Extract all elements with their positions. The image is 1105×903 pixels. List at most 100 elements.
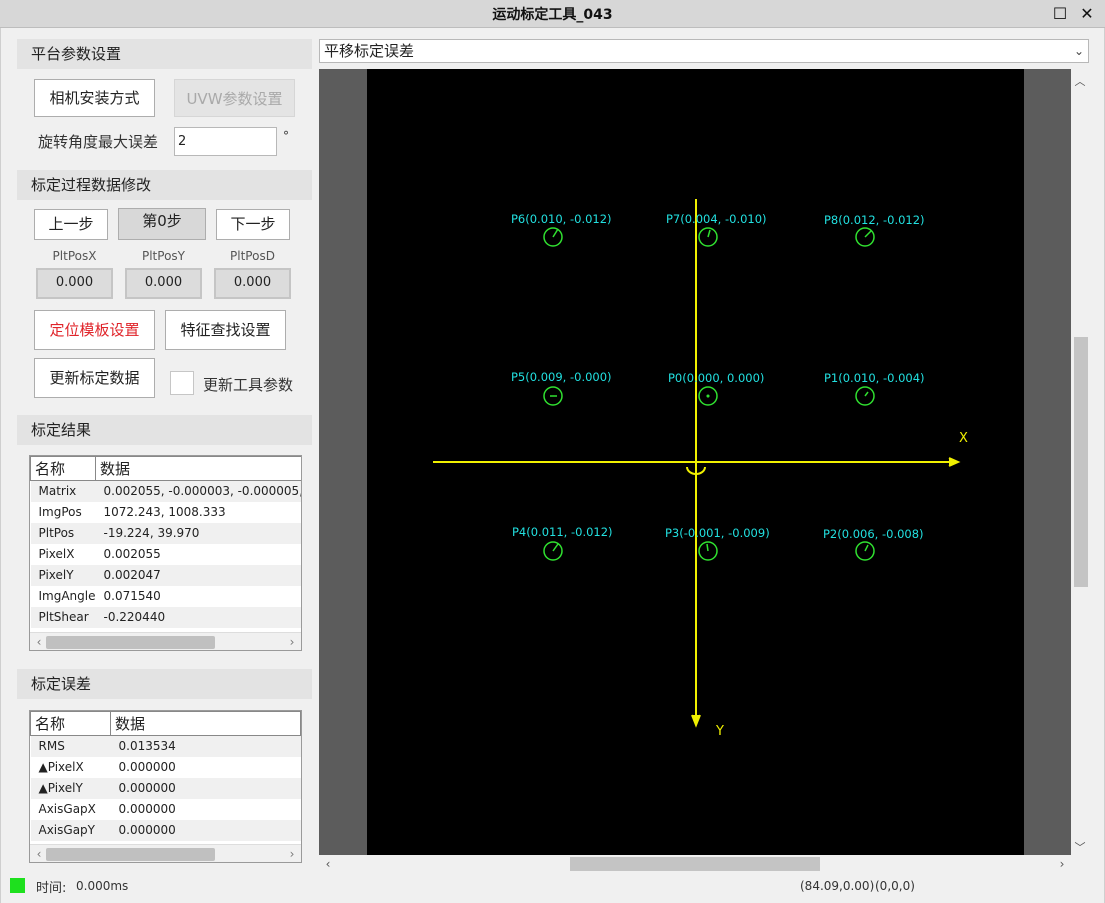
camera-mount-button[interactable]: 相机安装方式 (34, 79, 155, 117)
viewer-vscrollbar[interactable]: ︿ ﹀ (1071, 69, 1089, 855)
error-vector (706, 394, 710, 398)
image-canvas[interactable]: X Y P6(0.010, -0.012) P7(0.004, -0.010) … (367, 69, 1024, 855)
step-indicator-button[interactable]: 第0步 (118, 208, 206, 240)
column-header-name[interactable]: 名称 (30, 711, 111, 736)
chevron-down-icon: ⌄ (1073, 44, 1084, 58)
scroll-thumb[interactable] (46, 848, 215, 861)
scroll-thumb[interactable] (46, 636, 215, 649)
max-angle-error-label: 旋转角度最大误差 (38, 133, 159, 151)
scroll-left-icon[interactable]: ‹ (32, 633, 46, 650)
table-row[interactable]: PltPos -19.224, 39.970 (30, 522, 301, 544)
status-indicator (10, 878, 25, 893)
row-name: ▲PixelY (30, 777, 111, 799)
title-bar: 运动标定工具_043 ☐ ✕ (0, 0, 1105, 28)
row-name: PixelY (30, 564, 96, 586)
error-vector (864, 391, 869, 397)
row-value: 0.013534 (110, 735, 301, 757)
table-header-row: 名称 数据 (30, 711, 301, 736)
uvw-params-button[interactable]: UVW参数设置 (174, 79, 295, 117)
pltposy-label: PltPosY (141, 249, 185, 263)
table-row[interactable]: PixelX 0.002055 (31, 544, 302, 565)
point-label: P4(0.011, -0.012) (512, 525, 613, 539)
row-value: 0.002055, -0.000003, -0.000005, 0.0 (95, 480, 301, 502)
row-value: 0.002047 (95, 564, 301, 586)
column-header-name[interactable]: 名称 (30, 456, 96, 481)
scroll-right-icon[interactable]: › (285, 845, 299, 862)
cursor-coords: (84.09,0.00) (800, 879, 875, 893)
calib-result-grid: 名称 数据 Matrix 0.002055, -0.000003, -0.0000… (30, 456, 302, 628)
error-vector (864, 544, 869, 552)
scroll-up-icon[interactable]: ︿ (1071, 73, 1089, 89)
max-angle-error-input[interactable]: 2 (174, 127, 277, 156)
row-name: AxisGapX (38, 802, 96, 816)
error-vector (706, 543, 709, 552)
locate-template-button[interactable]: 定位模板设置 (34, 310, 155, 350)
view-mode-select[interactable]: 平移标定误差 ⌄ (319, 39, 1089, 63)
pltposd-label: PltPosD (230, 249, 275, 263)
result-hscrollbar[interactable]: ‹ › (30, 632, 301, 650)
x-axis-arrow (948, 457, 961, 467)
update-tool-params-checkbox[interactable] (170, 371, 194, 395)
process-data-header: 标定过程数据修改 (17, 170, 312, 200)
error-vector (552, 228, 559, 238)
maximize-icon[interactable]: ☐ (1049, 3, 1071, 25)
calibration-overlay: X Y P6(0.010, -0.012) P7(0.004, -0.010) … (433, 199, 968, 739)
table-row[interactable]: RMS 0.013534 (30, 735, 301, 757)
row-value: 0.000000 (118, 802, 176, 816)
pltposx-label: PltPosX (52, 249, 97, 263)
prev-step-button[interactable]: 上一步 (34, 209, 108, 240)
y-axis-arrow (691, 714, 701, 728)
scroll-left-icon[interactable]: ‹ (32, 845, 46, 862)
pixel-rgb: (0,0,0) (875, 879, 915, 893)
update-tool-params-label: 更新工具参数 (203, 376, 294, 394)
point-circle (698, 386, 718, 406)
table-row[interactable]: AxisGapX 0.000000 (31, 799, 301, 820)
row-name: AxisGapY (30, 819, 111, 841)
column-header-data[interactable]: 数据 (110, 711, 301, 736)
feature-find-button[interactable]: 特征查找设置 (165, 310, 286, 350)
close-icon[interactable]: ✕ (1076, 3, 1098, 25)
row-value: 0.000000 (110, 777, 301, 799)
point-label: P1(0.010, -0.004) (824, 371, 925, 385)
row-name: ImgAngle (38, 589, 96, 603)
row-value: 0.000000 (118, 760, 176, 774)
scroll-thumb[interactable] (570, 857, 820, 871)
calib-result-table: 名称 数据 Matrix 0.002055, -0.000003, -0.0000… (29, 455, 302, 651)
table-row[interactable]: ▲PixelY 0.000000 (30, 777, 301, 799)
window-title: 运动标定工具_043 (492, 7, 613, 23)
update-calib-data-button[interactable]: 更新标定数据 (34, 358, 155, 398)
row-value: -0.220440 (95, 606, 301, 628)
error-vector (707, 229, 711, 238)
scroll-down-icon[interactable]: ﹀ (1071, 839, 1089, 855)
table-row[interactable]: Matrix0.002055, -0.000003, -0.000005, 0.… (30, 480, 301, 502)
column-header-data[interactable]: 数据 (94, 456, 301, 481)
viewer-hscrollbar[interactable]: ‹ › (319, 855, 1071, 873)
point-label: P0(0.000, 0.000) (668, 371, 764, 385)
row-name: Matrix (30, 480, 96, 502)
scroll-right-icon[interactable]: › (285, 633, 299, 650)
scroll-left-icon[interactable]: ‹ (321, 855, 335, 873)
error-vector (864, 230, 872, 238)
table-row[interactable]: PixelY 0.002047 (30, 564, 301, 586)
table-row[interactable]: AxisGapY 0.000000 (30, 819, 301, 841)
y-axis-label: Y (715, 724, 724, 739)
scroll-thumb[interactable] (1074, 337, 1088, 587)
view-mode-value: 平移标定误差 (324, 42, 415, 60)
table-row[interactable]: ▲PixelX 0.000000 (31, 757, 301, 778)
table-row[interactable]: ImgAngle 0.071540 (31, 586, 302, 607)
row-name: ▲PixelX (38, 760, 84, 774)
scroll-right-icon[interactable]: › (1055, 855, 1069, 873)
row-value: 0.000000 (110, 819, 301, 841)
row-name: RMS (30, 735, 111, 757)
table-row[interactable]: ImgPos 1072.243, 1008.333 (31, 502, 302, 523)
pltposx-value[interactable]: 0.000 (36, 268, 113, 299)
pltposd-value[interactable]: 0.000 (214, 268, 291, 299)
next-step-button[interactable]: 下一步 (216, 209, 290, 240)
calib-error-header: 标定误差 (17, 669, 312, 699)
pltposy-value[interactable]: 0.000 (125, 268, 202, 299)
row-value: -19.224, 39.970 (95, 522, 301, 544)
table-row[interactable]: PltShear -0.220440 (30, 606, 301, 628)
point-label: P7(0.004, -0.010) (666, 212, 767, 226)
error-hscrollbar[interactable]: ‹ › (30, 844, 301, 862)
table-header-row: 名称 数据 (30, 456, 301, 481)
